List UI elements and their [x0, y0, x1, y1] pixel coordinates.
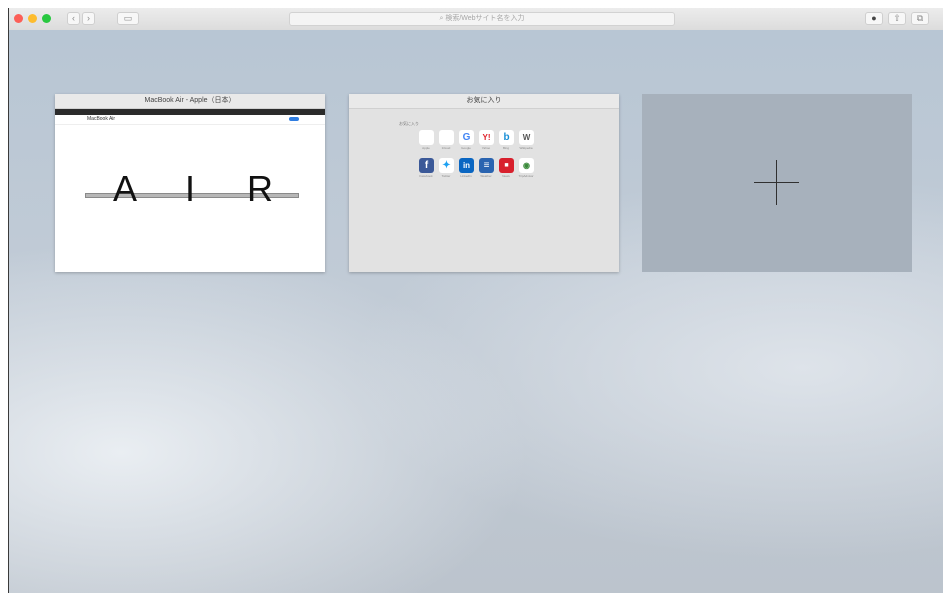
close-icon[interactable]	[14, 14, 23, 23]
forward-icon[interactable]: ›	[82, 12, 95, 25]
bing-icon[interactable]: b	[499, 130, 514, 145]
google-icon[interactable]: G	[459, 130, 474, 145]
zoom-icon[interactable]	[42, 14, 51, 23]
tabs-icon[interactable]: ⧉	[911, 12, 929, 25]
favorite-caption: Google	[461, 146, 471, 150]
address-placeholder: 検索/Webサイト名を入力	[445, 15, 525, 22]
top-site-tile-favorites[interactable]: お気に入り お気に入り Apple iCloud G Google Y! Yah…	[349, 94, 619, 272]
top-site-tile-macbook-air[interactable]: MacBook Air - Apple（日本） MacBook Air A I …	[55, 94, 325, 272]
hero-letter-a: A	[113, 168, 138, 209]
favorite-caption: TripAdvisor	[518, 174, 534, 178]
favorite-caption: LinkedIn	[460, 174, 472, 178]
apple-icon[interactable]	[419, 130, 434, 145]
wikipedia-icon[interactable]: W	[519, 130, 534, 145]
add-top-site-tile[interactable]	[642, 94, 912, 272]
favorite-caption: iCloud	[441, 146, 451, 150]
favorite-caption: Wikipedia	[519, 146, 533, 150]
twitter-icon[interactable]: ✦	[439, 158, 454, 173]
hero-letters: A I R	[55, 168, 325, 209]
weather-icon[interactable]: ≡	[479, 158, 494, 173]
favorite-caption: Twitter	[441, 174, 451, 178]
minimize-icon[interactable]	[28, 14, 37, 23]
hero-letter-i: I	[185, 168, 196, 209]
favorites-label: お気に入り	[399, 121, 419, 126]
tripadvisor-icon[interactable]: ◉	[519, 158, 534, 173]
apple-subnav: MacBook Air	[55, 115, 325, 125]
address-bar[interactable]: ⌕ 検索/Webサイト名を入力	[289, 12, 675, 26]
tile-title: お気に入り	[349, 94, 619, 109]
buy-button	[289, 117, 299, 121]
favorite-caption: Bing	[502, 146, 509, 150]
safari-window: ‹ › ▭ ⌕ 検索/Webサイト名を入力 ● ⇧ ⧉ MacBook Air …	[8, 8, 943, 593]
facebook-icon[interactable]: f	[419, 158, 434, 173]
subnav-title: MacBook Air	[87, 116, 116, 122]
linkedin-icon[interactable]: in	[459, 158, 474, 173]
favorite-caption: Yahoo	[481, 146, 491, 150]
sidebar-icon[interactable]: ▭	[117, 12, 139, 25]
favorite-caption: News	[502, 174, 510, 178]
apple-icon[interactable]	[439, 130, 454, 145]
yahoo-icon[interactable]: Y!	[479, 130, 494, 145]
browser-toolbar: ‹ › ▭ ⌕ 検索/Webサイト名を入力 ● ⇧ ⧉	[9, 8, 943, 31]
news-icon[interactable]: ■	[499, 158, 514, 173]
back-icon[interactable]: ‹	[67, 12, 80, 25]
share-icon[interactable]: ⇧	[888, 12, 906, 25]
tile-title: MacBook Air - Apple（日本）	[55, 94, 325, 109]
top-sites-page: MacBook Air - Apple（日本） MacBook Air A I …	[9, 30, 943, 593]
favorite-caption: Apple	[422, 146, 430, 150]
favorite-caption: Weather	[480, 174, 492, 178]
favorite-caption: Facebook	[419, 174, 433, 178]
hero-letter-r: R	[247, 168, 273, 209]
download-icon[interactable]: ●	[865, 12, 883, 25]
